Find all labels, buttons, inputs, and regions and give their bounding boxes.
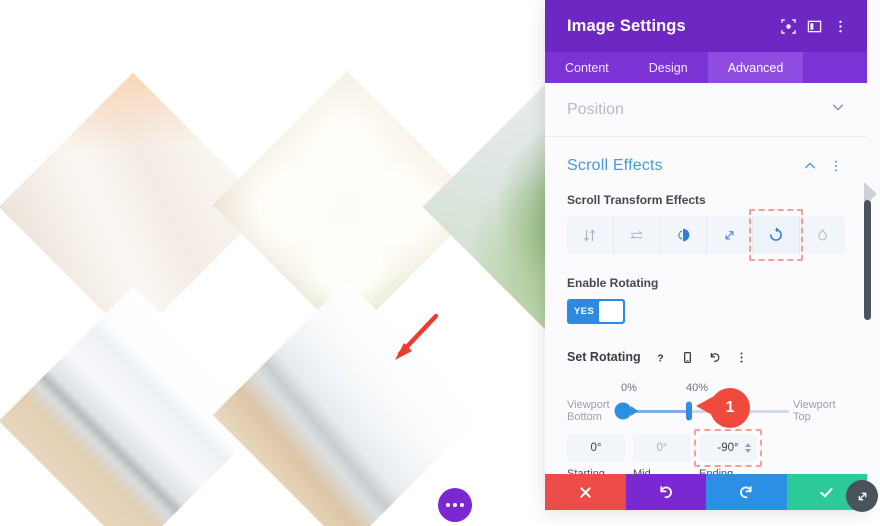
svg-text:?: ?: [657, 352, 663, 363]
image-tile-5[interactable]: [212, 280, 482, 526]
more-vertical-icon[interactable]: [827, 13, 853, 39]
tab-design[interactable]: Design: [629, 52, 708, 83]
starting-rotation-field: 0° Starting Rotation: [567, 435, 625, 474]
section-position[interactable]: Position: [545, 83, 867, 137]
panel-footer: [545, 474, 867, 510]
stepper-down-icon[interactable]: [745, 449, 751, 453]
mid-rotation-field: 0° Mid Rotation: [633, 435, 691, 474]
focus-target-icon[interactable]: [775, 13, 801, 39]
ending-rotation-label: Ending Rotation: [699, 468, 734, 474]
undo-button[interactable]: [625, 474, 706, 510]
chevron-down-icon: [831, 100, 845, 119]
scroll-effects-title: Scroll Effects: [567, 157, 663, 174]
slider-caret-icon: [630, 406, 638, 416]
mobile-device-icon[interactable]: [679, 348, 697, 366]
help-icon[interactable]: ?: [652, 348, 670, 366]
starting-rotation-label: Starting Rotation: [567, 468, 605, 474]
image-settings-panel: Image Settings Content Design Advanced P…: [545, 0, 867, 510]
starting-rotation-input[interactable]: 0°: [567, 435, 625, 461]
more-vertical-icon[interactable]: [733, 348, 751, 366]
tab-advanced[interactable]: Advanced: [707, 52, 804, 83]
callout-number: 1: [710, 388, 750, 428]
resize-grip-icon[interactable]: [846, 480, 878, 512]
rotation-fields: 0° Starting Rotation 0° Mid Rotation: [567, 429, 845, 474]
toggle-knob: [599, 301, 623, 322]
scaling-icon[interactable]: [707, 216, 753, 254]
section-position-label: Position: [567, 100, 624, 118]
ellipsis-icon: [453, 503, 457, 507]
viewport-bottom-label: Viewport Bottom: [567, 399, 610, 423]
stepper-up-icon[interactable]: [745, 443, 751, 447]
ellipsis-icon: [446, 503, 450, 507]
redo-button[interactable]: [706, 474, 787, 510]
horizontal-motion-icon[interactable]: [614, 216, 660, 254]
vertical-motion-icon[interactable]: [567, 216, 614, 254]
blur-icon[interactable]: [800, 216, 846, 254]
mid-rotation-label: Mid Rotation: [633, 468, 651, 474]
ellipsis-icon: [460, 503, 464, 507]
scroll-effects-header: Scroll Effects: [567, 157, 845, 175]
redo-icon: [739, 485, 752, 498]
chevron-up-icon[interactable]: [801, 157, 819, 175]
reset-icon[interactable]: [706, 348, 724, 366]
enable-rotating-label: Enable Rotating: [567, 276, 659, 290]
set-rotating-header: Set Rotating ?: [567, 348, 845, 366]
image-tile-3-image: [422, 72, 560, 342]
set-rotating-label: Set Rotating: [567, 350, 641, 364]
more-vertical-icon[interactable]: [827, 157, 845, 175]
undo-icon: [660, 485, 673, 498]
check-icon: [820, 487, 833, 497]
cancel-button[interactable]: [545, 474, 626, 510]
slider-handle-start[interactable]: [614, 402, 632, 420]
ending-rotation-input[interactable]: -90°: [694, 429, 762, 467]
app-root: Image Settings Content Design Advanced P…: [0, 0, 880, 526]
scroll-transform-effects-label: Scroll Transform Effects: [567, 193, 706, 207]
callout-badge-1: 1: [694, 388, 750, 428]
ending-rotation-value: -90°: [717, 442, 739, 454]
rotating-icon[interactable]: [749, 209, 802, 261]
page-title: Image Settings: [567, 16, 686, 35]
page-canvas: [0, 0, 560, 526]
tab-content[interactable]: Content: [545, 52, 629, 83]
slider-start-percent: 0%: [621, 382, 637, 394]
image-tile-3[interactable]: [422, 72, 560, 342]
layout-columns-icon[interactable]: [801, 13, 827, 39]
slider-handle-mid[interactable]: [686, 401, 693, 421]
viewport-top-label: Viewport Top: [793, 399, 836, 423]
mid-rotation-input[interactable]: 0°: [633, 435, 691, 461]
panel-tabs: Content Design Advanced: [545, 52, 867, 83]
ending-rotation-field: -90° Ending Rotation: [694, 429, 762, 474]
scroll-transform-effects-toolbar: [567, 209, 846, 261]
stepper-icon[interactable]: [745, 443, 751, 453]
toggle-value: YES: [574, 306, 595, 317]
add-module-button[interactable]: [438, 488, 472, 522]
close-icon: [580, 486, 591, 498]
enable-rotating-toggle[interactable]: YES: [567, 299, 625, 324]
panel-header: Image Settings: [545, 0, 867, 52]
image-tile-5-image: [212, 280, 482, 526]
fade-in-out-icon[interactable]: [660, 216, 707, 254]
vertical-scrollbar[interactable]: [864, 200, 871, 320]
